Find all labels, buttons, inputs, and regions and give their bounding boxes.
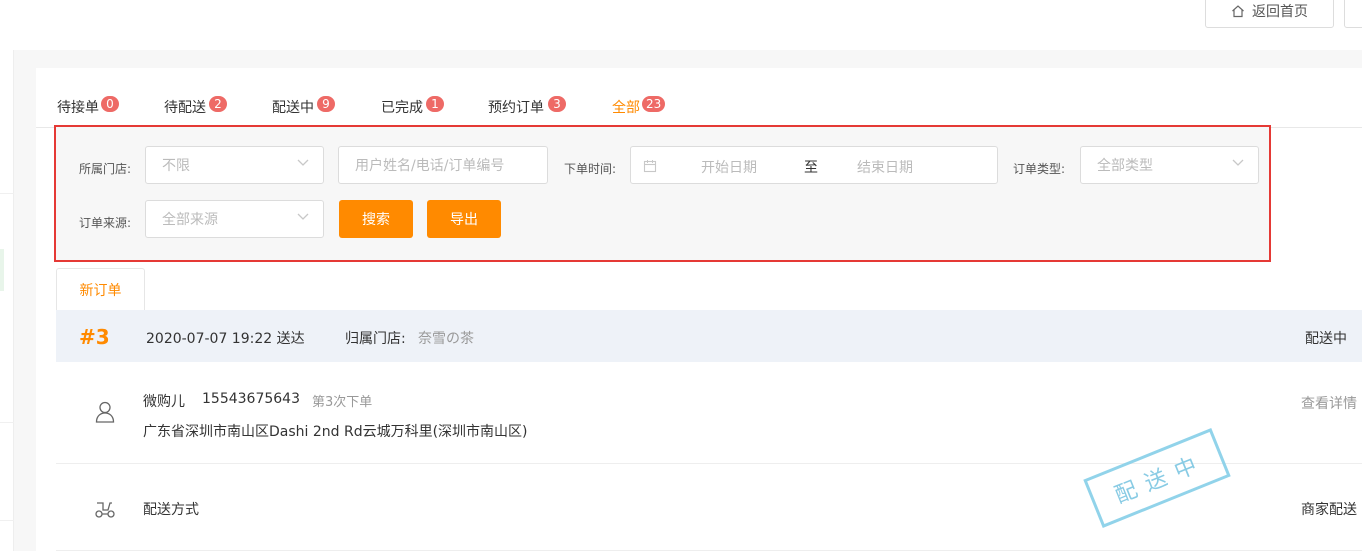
customer-phone: 15543675643 — [202, 391, 300, 407]
order-status: 配送中 — [1305, 331, 1347, 347]
home-button-label: 返回首页 — [1252, 4, 1308, 20]
tab-count-badge: 2 — [209, 96, 227, 112]
top-bar: 返回首页 — [0, 0, 1362, 50]
order-source-label: 订单来源: — [79, 216, 132, 230]
chevron-down-icon — [1232, 159, 1244, 166]
order-type-label: 订单类型: — [1013, 162, 1066, 176]
customer-order-count: 第3次下单 — [312, 395, 373, 410]
tab-pending-delivery[interactable]: 待配送 2 — [164, 96, 227, 128]
search-button-label: 搜索 — [362, 212, 390, 228]
status-tabs: 待接单 0 待配送 2 配送中 9 已完成 1 预约订单 3 全部 23 — [36, 68, 1362, 129]
end-date-input[interactable]: 结束日期 — [857, 157, 913, 177]
sidebar-divider — [0, 520, 14, 521]
tab-label: 已完成 — [381, 100, 423, 116]
view-details-link[interactable]: 查看详情 — [1301, 393, 1357, 413]
tab-completed[interactable]: 已完成 1 — [381, 96, 444, 128]
store-select[interactable]: 不限 — [145, 146, 324, 184]
order-number: #3 — [79, 325, 110, 349]
chevron-down-icon — [297, 159, 309, 166]
store-filter-label: 所属门店: — [79, 162, 132, 176]
filter-panel: 所属门店: 不限 用户姓名/电话/订单编号 下单时间: 开始日期 至 结束日期 … — [54, 125, 1271, 262]
order-header: #3 2020-07-07 19:22 送达 归属门店: 奈雪の茶 配送中 — [56, 310, 1362, 362]
store-select-value: 不限 — [162, 158, 190, 174]
order-type-select[interactable]: 全部类型 — [1080, 146, 1259, 184]
export-button[interactable]: 导出 — [427, 200, 501, 238]
order-delivery-time: 2020-07-07 19:22 送达 — [146, 331, 305, 347]
order-type-value: 全部类型 — [1097, 158, 1153, 174]
tab-label: 配送中 — [272, 100, 314, 116]
tab-label: 待配送 — [164, 100, 206, 116]
order-source-select[interactable]: 全部来源 — [145, 200, 324, 238]
tab-delivering[interactable]: 配送中 9 — [272, 96, 335, 128]
search-input[interactable]: 用户姓名/电话/订单编号 — [338, 146, 548, 184]
tab-new-orders-label: 新订单 — [79, 282, 122, 299]
time-filter-label: 下单时间: — [564, 162, 617, 176]
sidebar-divider — [0, 193, 14, 194]
tab-count-badge: 9 — [317, 96, 335, 112]
home-icon — [1232, 5, 1244, 18]
export-button-label: 导出 — [450, 212, 478, 228]
order-store-label: 归属门店: — [345, 331, 406, 347]
tab-count-badge: 23 — [642, 96, 666, 112]
tab-count-badge: 0 — [101, 96, 119, 112]
scooter-icon — [95, 502, 115, 518]
top-edge-button[interactable] — [1344, 0, 1362, 28]
tab-label: 全部 — [612, 100, 640, 116]
tab-all[interactable]: 全部 23 — [612, 96, 670, 129]
sidebar-edge — [0, 50, 14, 551]
delivery-method-value: 商家配送 — [1301, 502, 1357, 518]
date-range-picker[interactable]: 开始日期 至 结束日期 — [630, 146, 998, 184]
tab-label: 待接单 — [57, 100, 99, 116]
home-button[interactable]: 返回首页 — [1205, 0, 1334, 28]
tab-count-badge: 3 — [548, 96, 566, 112]
order-source-value: 全部来源 — [162, 212, 218, 228]
delivery-method-label: 配送方式 — [143, 502, 199, 518]
calendar-icon — [643, 160, 657, 173]
customer-name: 微购儿 — [143, 394, 185, 410]
tab-new-orders[interactable]: 新订单 — [56, 268, 145, 310]
date-range-separator: 至 — [804, 160, 818, 176]
sidebar-divider — [0, 422, 14, 423]
tab-pending-accept[interactable]: 待接单 0 — [57, 96, 119, 128]
chevron-down-icon — [297, 213, 309, 220]
order-store-name: 奈雪の茶 — [418, 331, 474, 347]
start-date-input[interactable]: 开始日期 — [701, 157, 757, 177]
customer-address: 广东省深圳市南山区Dashi 2nd Rd云城万科里(深圳市南山区) — [143, 424, 528, 440]
tab-count-badge: 1 — [426, 96, 444, 112]
sidebar-active-marker — [0, 249, 4, 291]
search-button[interactable]: 搜索 — [339, 200, 413, 238]
search-input-placeholder: 用户姓名/电话/订单编号 — [355, 158, 505, 174]
user-icon — [95, 401, 115, 423]
tab-label: 预约订单 — [488, 100, 544, 116]
tab-reserved[interactable]: 预约订单 3 — [488, 96, 566, 128]
